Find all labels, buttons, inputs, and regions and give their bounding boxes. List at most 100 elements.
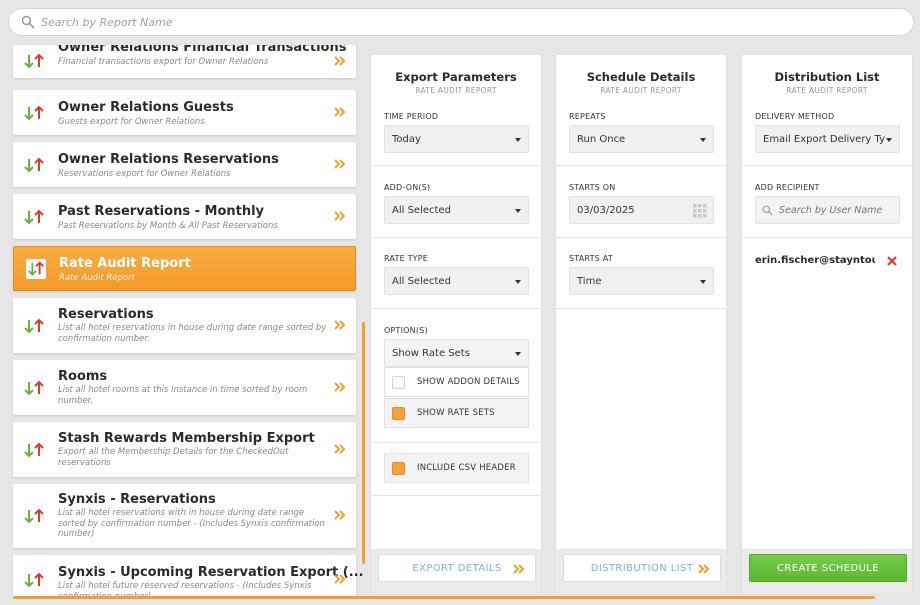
report-title: Rooms: [58, 369, 108, 384]
starts-on-date-field[interactable]: 03/03/2025: [569, 196, 714, 224]
starts-on-label: STARTS ON: [569, 183, 616, 192]
panel-header: Distribution List RATE AUDIT REPORT: [742, 55, 912, 95]
chevron-double-right-icon[interactable]: [334, 55, 346, 67]
caret-down-icon: [515, 138, 521, 142]
distribution-list-label: DISTRIBUTION LIST: [590, 562, 694, 574]
report-card[interactable]: Owner Relations Financial Transactions F…: [13, 45, 356, 78]
sort-arrows-icon: [24, 508, 44, 524]
caret-down-icon: [515, 280, 521, 284]
recipient-search-input[interactable]: [779, 204, 889, 216]
delivery-method-label: DELIVERY METHOD: [755, 112, 835, 121]
options-select[interactable]: Show Rate Sets: [384, 339, 529, 367]
caret-down-icon: [700, 280, 706, 284]
report-card[interactable]: Owner Relations Guests Guests export for…: [13, 90, 356, 135]
options-value: Show Rate Sets: [392, 347, 470, 359]
chevron-double-right-icon[interactable]: [334, 443, 346, 455]
rate-type-select[interactable]: All Selected: [384, 267, 529, 295]
export-details-label: EXPORT DETAILS: [412, 562, 502, 574]
report-description: Reservations export for Owner Relations: [58, 169, 231, 179]
remove-recipient-icon[interactable]: [887, 256, 897, 266]
report-description: Export all the Membership Details for th…: [58, 447, 289, 468]
options-label: OPTION(S): [384, 326, 428, 335]
starts-on-value: 03/03/2025: [577, 204, 635, 216]
time-period-label: TIME PERIOD: [384, 112, 439, 121]
search-icon: [21, 15, 35, 29]
addons-value: All Selected: [392, 204, 451, 216]
starts-at-value: Time: [577, 275, 602, 287]
report-title: Synxis - Reservations: [58, 492, 216, 507]
show-rate-sets-label: SHOW RATE SETS: [417, 408, 495, 418]
rate-type-label: RATE TYPE: [384, 254, 429, 263]
repeats-section: REPEATS Run Once: [556, 99, 726, 166]
export-parameters-panel: Export Parameters RATE AUDIT REPORT TIME…: [370, 55, 542, 593]
addons-label: ADD-ON(S): [384, 183, 431, 192]
report-description: List all hotel future reserved reservati…: [58, 581, 312, 597]
report-card[interactable]: Owner Relations Reservations Reservation…: [13, 142, 356, 187]
chevron-double-right-icon[interactable]: [334, 158, 346, 170]
chevron-double-right-icon[interactable]: [334, 319, 346, 331]
report-list: Owner Relations Financial Transactions F…: [0, 45, 365, 597]
time-period-value: Today: [392, 133, 421, 145]
report-card[interactable]: Synxis - Upcoming Reservation Export (..…: [13, 555, 364, 597]
panel-header: Schedule Details RATE AUDIT REPORT: [556, 55, 726, 95]
export-details-button[interactable]: EXPORT DETAILS: [378, 554, 536, 582]
list-scrollbar[interactable]: [362, 322, 365, 564]
show-addon-details-option[interactable]: SHOW ADDON DETAILS: [384, 367, 529, 397]
show-addon-details-label: SHOW ADDON DETAILS: [417, 377, 520, 387]
create-schedule-button[interactable]: CREATE SCHEDULE: [749, 554, 907, 582]
panel-title: Schedule Details: [586, 70, 696, 84]
sort-arrows-icon: [24, 442, 44, 457]
starts-at-section: STARTS AT Time: [556, 238, 726, 309]
chevron-double-right-icon[interactable]: [334, 509, 346, 521]
report-title: Owner Relations Financial Transactions: [58, 45, 347, 55]
include-csv-header-option[interactable]: INCLUDE CSV HEADER: [384, 453, 529, 483]
recipient-search-field[interactable]: [755, 196, 900, 224]
report-search-bar[interactable]: [8, 8, 914, 36]
panel-footer: CREATE SCHEDULE: [742, 549, 912, 593]
chevron-double-right-icon[interactable]: [334, 381, 346, 393]
report-description: Rate Audit Report: [59, 273, 135, 283]
chevron-double-right-icon: [698, 564, 710, 574]
checkbox-unchecked[interactable]: [392, 375, 405, 389]
panel-subtitle: RATE AUDIT REPORT: [786, 86, 868, 95]
chevron-double-right-icon[interactable]: [334, 106, 346, 118]
checkbox-checked[interactable]: [392, 406, 405, 420]
panel-footer: EXPORT DETAILS: [371, 549, 541, 593]
panel-title: Export Parameters: [395, 70, 517, 84]
report-card-selected[interactable]: Rate Audit Report Rate Audit Report: [13, 246, 356, 291]
horizontal-scrollbar[interactable]: [13, 596, 875, 599]
checkbox-checked[interactable]: [392, 461, 405, 475]
delivery-method-select[interactable]: Email Export Delivery Type: [755, 125, 900, 153]
caret-down-icon: [700, 138, 706, 142]
recipient-email: erin.fischer@stayntou...: [755, 255, 875, 266]
time-period-select[interactable]: Today: [384, 125, 529, 153]
report-card[interactable]: Synxis - Reservations List all hotel res…: [13, 484, 356, 548]
create-schedule-label: CREATE SCHEDULE: [777, 562, 879, 574]
report-title: Reservations: [58, 307, 154, 322]
report-card[interactable]: Reservations List all hotel reservations…: [13, 298, 356, 353]
panel-footer: DISTRIBUTION LIST: [556, 549, 726, 593]
report-card[interactable]: Past Reservations - Monthly Past Reserva…: [13, 194, 356, 239]
options-section: OPTION(S) Show Rate Sets SHOW ADDON DETA…: [371, 309, 541, 443]
caret-down-icon: [886, 138, 892, 142]
delivery-method-section: DELIVERY METHOD Email Export Delivery Ty…: [742, 99, 912, 166]
repeats-select[interactable]: Run Once: [569, 125, 714, 153]
add-recipient-section: ADD RECIPIENT: [742, 166, 912, 238]
starts-at-select[interactable]: Time: [569, 267, 714, 295]
panel-header: Export Parameters RATE AUDIT REPORT: [371, 55, 541, 95]
report-card[interactable]: Stash Rewards Membership Export Export a…: [13, 422, 356, 477]
sort-arrows-icon: [24, 105, 44, 120]
chevron-double-right-icon[interactable]: [334, 573, 346, 585]
report-search-input[interactable]: [41, 15, 841, 29]
addons-select[interactable]: All Selected: [384, 196, 529, 224]
distribution-list-button[interactable]: DISTRIBUTION LIST: [563, 554, 721, 582]
chevron-double-right-icon[interactable]: [334, 210, 346, 222]
add-recipient-label: ADD RECIPIENT: [755, 183, 820, 192]
rate-type-value: All Selected: [392, 275, 451, 287]
sort-arrows-icon: [24, 209, 44, 224]
calendar-grid-icon[interactable]: [693, 204, 707, 218]
show-rate-sets-option[interactable]: SHOW RATE SETS: [384, 398, 529, 428]
distribution-list-panel: Distribution List RATE AUDIT REPORT DELI…: [741, 55, 913, 593]
report-card[interactable]: Rooms List all hotel rooms at this insta…: [13, 360, 356, 415]
panel-subtitle: RATE AUDIT REPORT: [415, 86, 497, 95]
